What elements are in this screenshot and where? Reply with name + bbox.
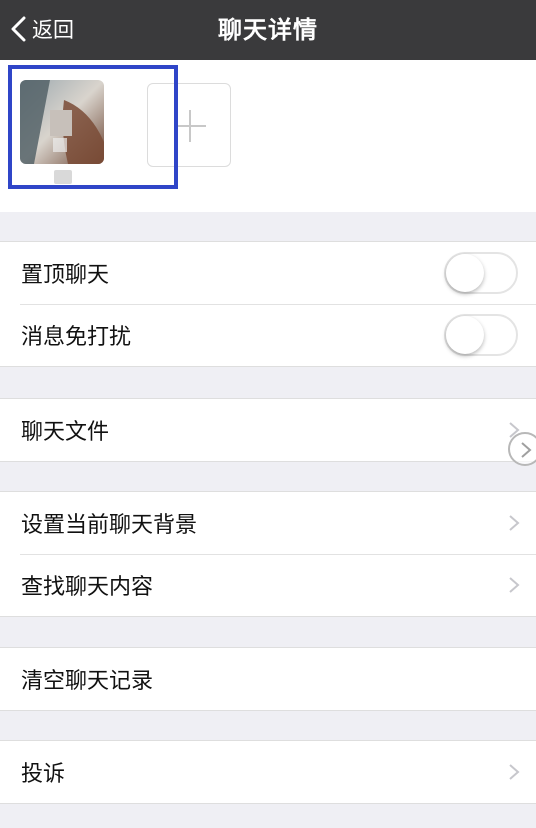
group-files: 聊天文件 xyxy=(0,398,536,462)
members-section xyxy=(0,60,536,212)
clear-history-label: 清空聊天记录 xyxy=(21,669,154,694)
pin-chat-label: 置顶聊天 xyxy=(21,263,110,288)
group-report: 投诉 xyxy=(0,740,536,804)
chat-background-row[interactable]: 设置当前聊天背景 xyxy=(0,492,536,554)
chevron-right-icon xyxy=(509,764,520,780)
search-chat-label: 查找聊天内容 xyxy=(21,575,154,600)
mute-row[interactable]: 消息免打扰 xyxy=(0,304,536,366)
member-avatar[interactable] xyxy=(20,80,104,164)
mute-toggle[interactable] xyxy=(444,314,518,356)
floating-forward-icon xyxy=(521,442,532,458)
group-clear: 清空聊天记录 xyxy=(0,647,536,711)
report-row[interactable]: 投诉 xyxy=(0,741,536,803)
group-background: 设置当前聊天背景 查找聊天内容 xyxy=(0,491,536,617)
chat-files-label: 聊天文件 xyxy=(21,420,110,445)
clear-history-row[interactable]: 清空聊天记录 xyxy=(0,648,536,710)
chevron-right-icon xyxy=(509,577,520,593)
floating-forward-button[interactable] xyxy=(508,432,536,466)
chevron-right-icon xyxy=(509,515,520,531)
chat-background-label: 设置当前聊天背景 xyxy=(21,513,198,538)
mute-label: 消息免打扰 xyxy=(21,325,132,350)
toggle-knob xyxy=(446,254,484,292)
toggle-knob xyxy=(446,316,484,354)
add-member-button[interactable] xyxy=(147,83,231,167)
group-pin-mute: 置顶聊天 消息免打扰 xyxy=(0,241,536,367)
search-chat-row[interactable]: 查找聊天内容 xyxy=(0,554,536,616)
report-label: 投诉 xyxy=(21,762,66,787)
member-name-placeholder xyxy=(54,170,72,184)
avatar-image xyxy=(20,80,104,164)
chat-files-row[interactable]: 聊天文件 xyxy=(0,399,536,461)
navigation-bar: 返回 聊天详情 xyxy=(0,0,536,60)
page-title: 聊天详情 xyxy=(218,16,318,44)
pin-chat-row[interactable]: 置顶聊天 xyxy=(0,242,536,304)
pin-chat-toggle[interactable] xyxy=(444,252,518,294)
